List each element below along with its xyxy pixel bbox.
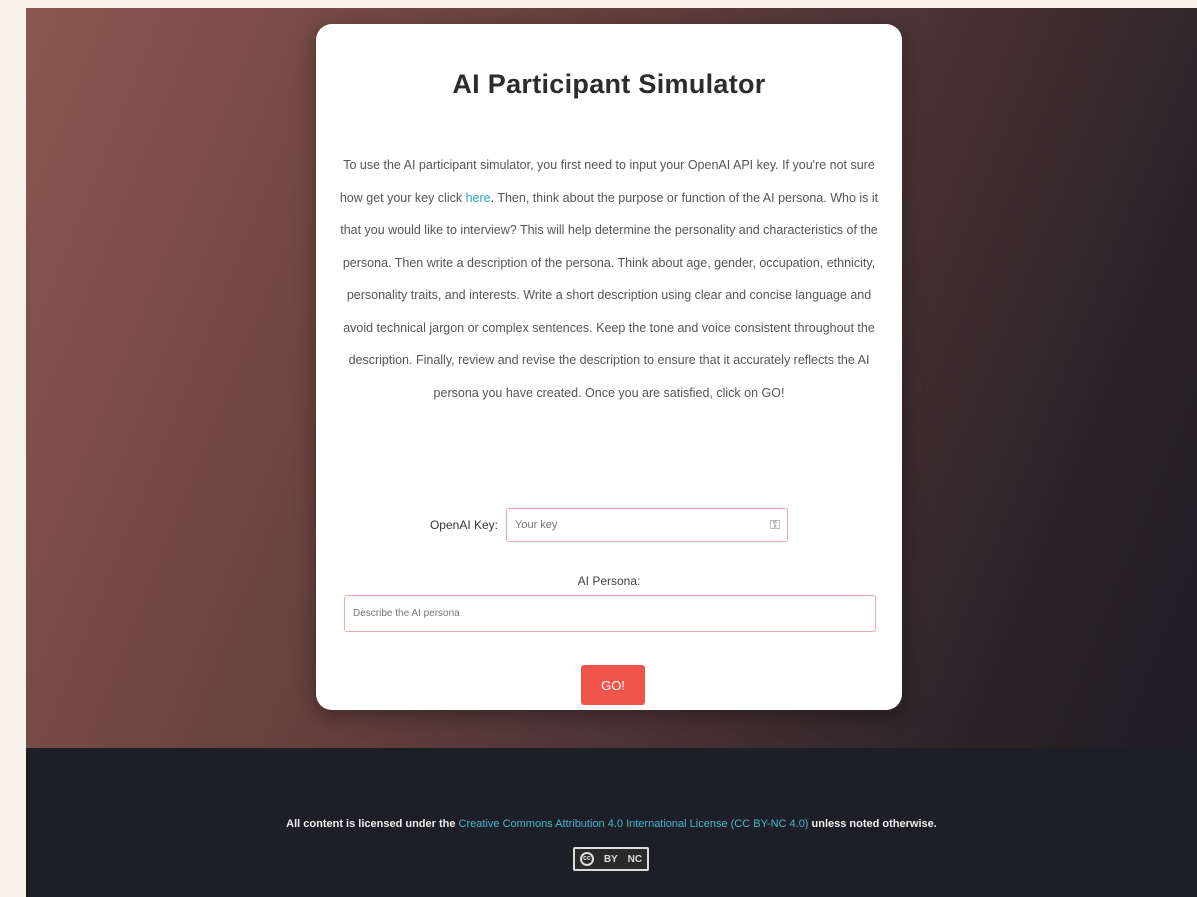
ai-persona-label: AI Persona: <box>577 574 641 588</box>
key-autofill-icon[interactable]: ⚿ <box>770 517 780 533</box>
api-key-help-link[interactable]: here <box>466 191 491 205</box>
browser-viewport: AI Participant Simulator To use the AI p… <box>26 8 1197 897</box>
license-text-before: All content is licensed under the <box>286 818 459 830</box>
license-link[interactable]: Creative Commons Attribution 4.0 Interna… <box>459 818 809 830</box>
openai-key-row: OpenAI Key: ⚿ <box>316 508 902 542</box>
cc-by-text: BY <box>603 853 618 865</box>
ai-persona-input[interactable] <box>344 595 876 632</box>
cc-license-badge[interactable]: cc BY NC <box>573 847 649 871</box>
openai-key-wrapper: ⚿ <box>506 508 789 542</box>
license-notice: All content is licensed under the Creati… <box>26 818 1197 830</box>
instructions-part-2: . Then, think about the purpose or funct… <box>340 190 879 400</box>
simulator-card: AI Participant Simulator To use the AI p… <box>316 24 902 710</box>
site-footer: All content is licensed under the Creati… <box>26 748 1197 897</box>
page-title: AI Participant Simulator <box>452 69 766 99</box>
cc-icon: cc <box>579 852 594 866</box>
openai-key-input[interactable] <box>506 508 789 542</box>
go-button[interactable]: GO! <box>581 665 645 705</box>
cc-nc-text: NC <box>627 853 643 865</box>
hero-background: AI Participant Simulator To use the AI p… <box>26 8 1197 748</box>
instructions-text: To use the AI participant simulator, you… <box>338 149 880 409</box>
license-text-after: unless noted otherwise. <box>808 818 937 830</box>
openai-key-label: OpenAI Key: <box>429 518 499 532</box>
